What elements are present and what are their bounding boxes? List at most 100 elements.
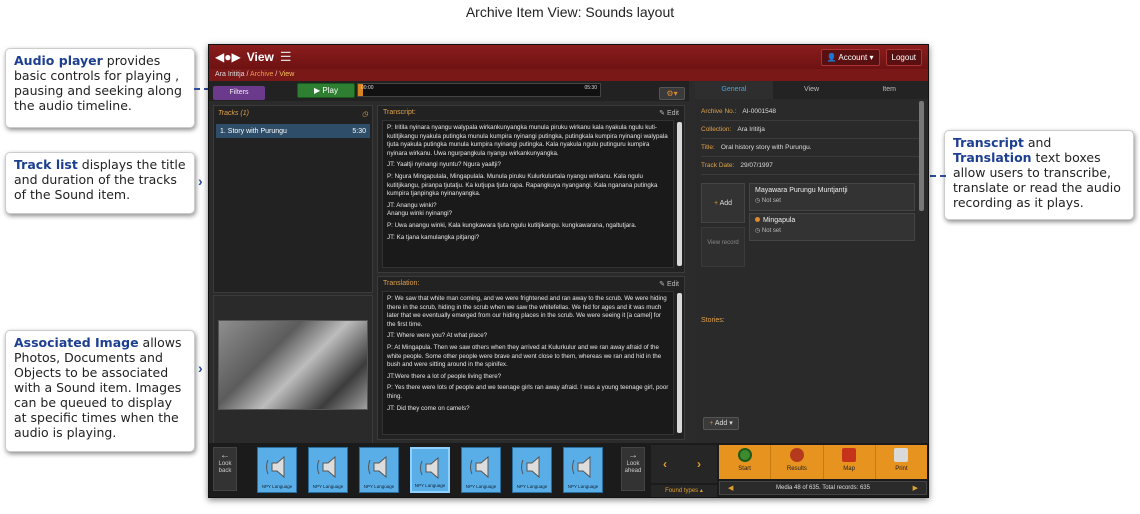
translation-paragraph: P: At Mingapula. Then we saw others when… bbox=[387, 343, 662, 369]
associated-photo[interactable] bbox=[218, 320, 368, 410]
place-marker-icon bbox=[755, 217, 760, 222]
map-icon bbox=[842, 448, 857, 462]
breadcrumb-current: View bbox=[279, 71, 295, 78]
callout-track-list: Track list displays the title and durati… bbox=[5, 152, 195, 214]
breadcrumb-archive[interactable]: Archive bbox=[250, 71, 273, 78]
field-archive-no: Archive No.: AI-0001548 bbox=[701, 103, 922, 121]
translation-paragraph: P: We saw that white man coming, and we … bbox=[387, 295, 667, 328]
add-story-button[interactable]: + Add ▾ bbox=[703, 417, 739, 430]
clock-icon: ◷ bbox=[361, 111, 368, 118]
media-thumbnail[interactable]: NPY Language bbox=[359, 447, 399, 493]
field-collection: Collection: Ara Irititja bbox=[701, 121, 922, 139]
translation-edit-label: Edit bbox=[666, 281, 679, 288]
thumbnail-label: NPY Language bbox=[414, 483, 446, 488]
hamburger-menu-icon[interactable]: ☰ bbox=[280, 49, 292, 65]
tab-item[interactable]: Item bbox=[850, 81, 928, 99]
app-window: ◀●▶ View ☰ 👤 Account ▾ Logout Ara Iritit… bbox=[208, 44, 929, 498]
time-end: 05:30 bbox=[584, 85, 597, 91]
thumbnail-label: NPY Language bbox=[363, 484, 395, 489]
translation-paragraph: JT:Were there a lot of people living the… bbox=[387, 372, 502, 380]
details-tabs: General View Item bbox=[695, 81, 928, 99]
breadcrumb: Ara Irititja / Archive / View bbox=[209, 69, 928, 81]
print-button[interactable]: Print bbox=[876, 445, 927, 479]
first-record-icon[interactable]: ◀ bbox=[728, 482, 733, 495]
place-name-text: Mingapula bbox=[763, 217, 796, 224]
found-types-label: Found types bbox=[665, 488, 699, 494]
view-record-button[interactable]: View record bbox=[701, 227, 745, 267]
breadcrumb-home[interactable]: Ara Irititja bbox=[215, 71, 245, 78]
results-button[interactable]: Results bbox=[771, 445, 824, 479]
chevron-associated-image: › bbox=[198, 360, 203, 376]
callout-transcript-bold: Transcript bbox=[953, 135, 1024, 150]
prev-page-icon[interactable]: ‹ bbox=[663, 457, 667, 471]
look-back-button[interactable]: ← Look back bbox=[213, 447, 237, 491]
thumbnail-label: NPY Language bbox=[312, 484, 344, 489]
play-button[interactable]: ▶ Play bbox=[297, 83, 355, 98]
results-label: Results bbox=[786, 466, 807, 472]
last-record-icon[interactable]: ▶ bbox=[913, 482, 918, 495]
settings-gear-button[interactable]: ⚙▾ bbox=[659, 87, 685, 100]
associated-image-panel bbox=[213, 295, 373, 445]
filters-button[interactable]: Filters bbox=[213, 86, 265, 100]
place-sub-text: Not set bbox=[761, 198, 781, 204]
field-key: Archive No.: bbox=[701, 108, 737, 115]
transcript-scrollbar[interactable] bbox=[677, 122, 682, 266]
media-thumbnail[interactable]: NPY Language bbox=[461, 447, 501, 493]
media-thumbnail[interactable]: NPY Language bbox=[257, 447, 297, 493]
speaker-icon bbox=[266, 455, 285, 479]
look-back-label: Look back bbox=[218, 461, 232, 474]
track-list: Tracks (1) ◷ 1. Story with Purungu 5:30 bbox=[213, 105, 373, 293]
audio-timeline[interactable]: 00:00 05:30 bbox=[357, 83, 601, 97]
translation-panel: Translation: ✎ Edit P: We saw that white… bbox=[377, 276, 685, 440]
callout-associated-image: Associated Image allows Photos, Document… bbox=[5, 330, 195, 452]
diagram: Archive Item View: Sounds layout Audio p… bbox=[0, 0, 1140, 514]
add-place-label: Add bbox=[719, 200, 733, 207]
track-title: 1. Story with Purungu bbox=[220, 127, 287, 135]
translation-edit-button[interactable]: ✎ Edit bbox=[659, 280, 679, 288]
media-thumbnail[interactable]: NPY Language bbox=[563, 447, 603, 493]
next-page-icon[interactable]: › bbox=[697, 457, 701, 471]
details-pane: General View Item Archive No.: AI-0001548… bbox=[695, 81, 928, 443]
transcript-label: Transcript: bbox=[383, 109, 416, 116]
add-place-button[interactable]: + Add bbox=[701, 183, 745, 223]
start-button[interactable]: Start bbox=[719, 445, 772, 479]
place-item[interactable]: Mingapula ◷ Not set bbox=[749, 213, 915, 241]
logout-button[interactable]: Logout bbox=[885, 48, 922, 66]
media-thumbnail[interactable]: NPY Language bbox=[308, 447, 348, 493]
speaker-icon bbox=[317, 455, 336, 479]
arrow-right-icon: → bbox=[628, 450, 638, 461]
field-key: Track Date: bbox=[701, 162, 735, 169]
media-thumbnail[interactable]: NPY Language bbox=[512, 447, 552, 493]
translation-paragraph: JT: Where were you? At what place? bbox=[387, 332, 488, 340]
tab-general[interactable]: General bbox=[695, 81, 773, 99]
media-thumbnail-selected[interactable]: NPY Language bbox=[410, 447, 450, 493]
callout-translation-bold: Translation bbox=[953, 150, 1032, 165]
tab-view[interactable]: View bbox=[773, 81, 851, 99]
start-icon bbox=[737, 448, 752, 462]
track-row[interactable]: 1. Story with Purungu 5:30 bbox=[216, 124, 370, 138]
look-ahead-button[interactable]: → Look ahead bbox=[621, 447, 645, 491]
media-strip: ← Look back NPY Language NPY Language NPY… bbox=[209, 443, 928, 497]
results-icon bbox=[789, 448, 804, 462]
transcript-paragraph: P: Ngura Mingapulala, Mingapulala. Munul… bbox=[387, 172, 658, 198]
found-types-button[interactable]: Found types ▴ bbox=[651, 485, 717, 497]
transcript-edit-button[interactable]: ✎ Edit bbox=[659, 109, 679, 117]
clock-icon: ◷ bbox=[755, 198, 762, 204]
translation-text[interactable]: P: We saw that white man coming, and we … bbox=[382, 291, 674, 435]
audio-toolbar: Filters ▶ Play 00:00 05:30 bbox=[209, 81, 689, 101]
field-track-date: Track Date: 29/07/1997 bbox=[701, 157, 922, 175]
callout-transcript: Transcript and Translation text boxes al… bbox=[944, 130, 1134, 220]
transcript-text[interactable]: P: Iritila nyinara nyangu walypala wirka… bbox=[382, 120, 674, 268]
place-sub-text: Not set bbox=[761, 228, 781, 234]
field-key: Collection: bbox=[701, 126, 732, 133]
callout-track-list-bold: Track list bbox=[14, 157, 78, 172]
transcript-paragraph: P: Uwa anangu winki, Kala kungkawara tju… bbox=[387, 221, 637, 229]
plus-icon: + bbox=[709, 420, 714, 427]
plus-icon: + bbox=[713, 200, 719, 207]
transcript-edit-label: Edit bbox=[666, 110, 679, 117]
map-button[interactable]: Map bbox=[824, 445, 876, 479]
place-item[interactable]: Mayawara Purungu Muntjantji ◷ Not set bbox=[749, 183, 915, 211]
track-list-header: Tracks (1) ◷ bbox=[214, 106, 372, 122]
translation-scrollbar[interactable] bbox=[677, 293, 682, 433]
account-button[interactable]: 👤 Account ▾ bbox=[820, 48, 880, 66]
